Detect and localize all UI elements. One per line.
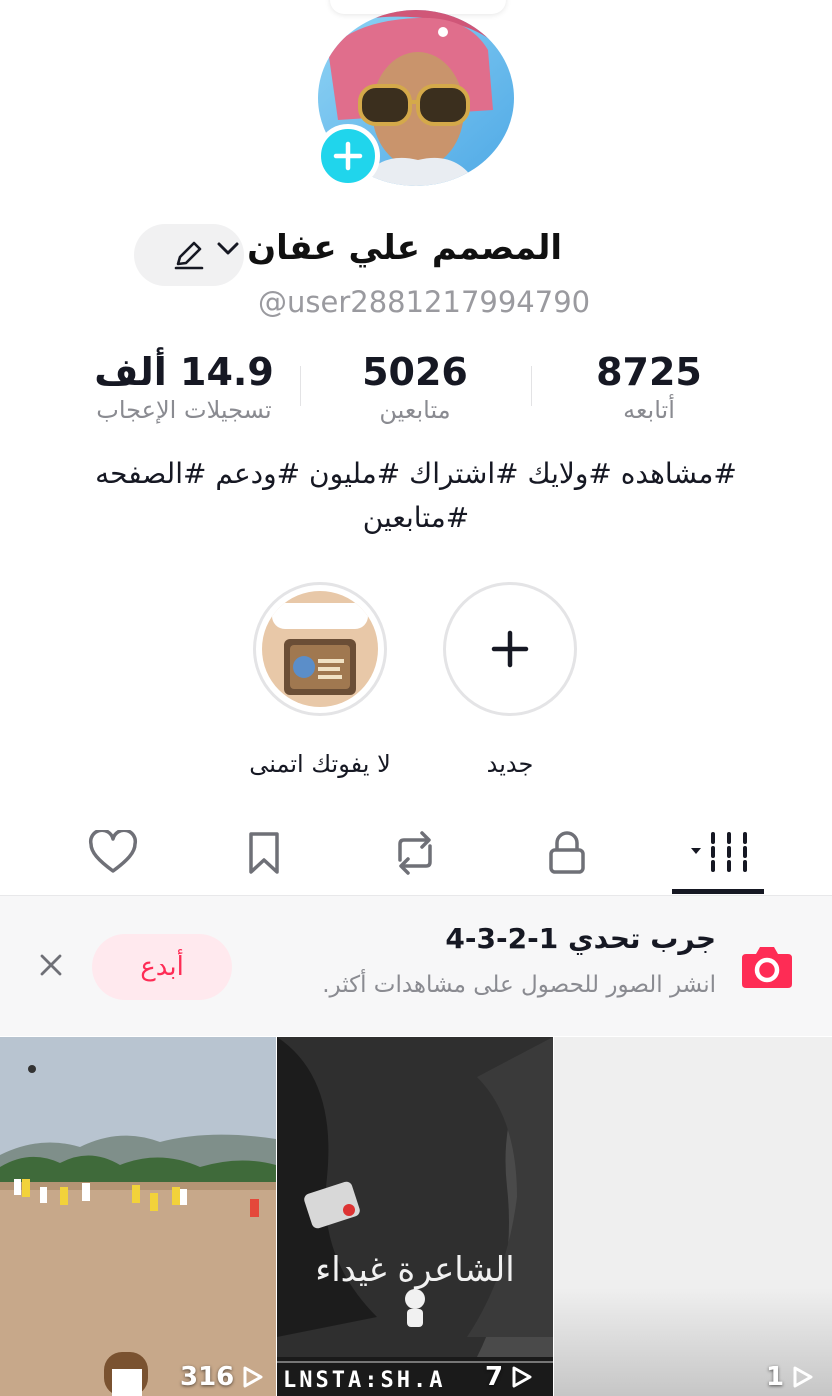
profile-tabs: [0, 808, 832, 896]
video-overlay-text: الشاعرة غيداء: [315, 1250, 514, 1290]
plus-icon: [333, 141, 363, 171]
view-count: 7: [485, 1362, 533, 1392]
play-icon: [243, 1366, 263, 1388]
active-tab-indicator: [672, 889, 764, 894]
stat-divider: [300, 366, 301, 406]
challenge-title: جرب تحدي 1-2-3-4: [445, 922, 716, 955]
video-thumbnail[interactable]: 1: [554, 1037, 832, 1396]
bookmark-icon: [249, 832, 279, 874]
camera-icon: [740, 942, 794, 990]
video-preview: الشاعرة غيداء LNSTA:SH.A: [277, 1037, 553, 1396]
view-count: 1: [766, 1362, 814, 1392]
display-name: المصمم علي عفان: [247, 228, 562, 268]
tab-favorites[interactable]: [216, 818, 312, 888]
create-button[interactable]: أبدع: [92, 934, 232, 1000]
tab-reposts[interactable]: [367, 818, 463, 888]
account-switcher[interactable]: المصمم علي عفان: [215, 228, 562, 268]
highlight-new[interactable]: جديد: [443, 582, 577, 778]
tab-videos[interactable]: [670, 818, 766, 888]
plus-icon: [491, 630, 529, 668]
highlight-label: لا يفوتك اتمنى: [249, 750, 391, 778]
highlight-thumbnail: [262, 591, 378, 707]
play-icon: [793, 1366, 813, 1388]
close-icon: [40, 954, 62, 976]
username-handle: @user2881217994790: [258, 285, 591, 319]
tab-private[interactable]: [519, 818, 615, 888]
close-banner-button[interactable]: [34, 948, 68, 982]
following-stat[interactable]: 8725 أتابعه: [584, 350, 714, 424]
likes-stat[interactable]: 14.9 ألف تسجيلات الإعجاب: [84, 350, 284, 424]
following-count: 8725: [596, 350, 702, 394]
followers-stat[interactable]: 5026 متابعين: [350, 350, 480, 424]
pencil-icon: [174, 241, 204, 270]
highlight-story[interactable]: لا يفوتك اتمنى: [220, 582, 420, 778]
following-label: أتابعه: [623, 396, 675, 424]
repost-icon: [398, 831, 432, 875]
video-watermark: LNSTA:SH.A: [283, 1368, 445, 1393]
lock-icon: [549, 831, 585, 874]
video-thumbnail[interactable]: الشاعرة غيداء LNSTA:SH.A 7: [277, 1037, 553, 1396]
video-thumbnail[interactable]: 316: [0, 1037, 276, 1396]
heart-icon: [88, 830, 138, 873]
add-avatar-button[interactable]: [316, 124, 380, 188]
play-icon: [512, 1366, 532, 1388]
likes-label: تسجيلات الإعجاب: [96, 396, 272, 424]
followers-label: متابعين: [379, 396, 451, 424]
view-count: 316: [180, 1362, 264, 1392]
video-grid: 316 الشاعرة غيداء LNSTA:SH.A 7 1: [0, 1037, 832, 1396]
video-preview: [0, 1037, 276, 1396]
stat-divider: [531, 366, 532, 406]
grid-icon: [691, 832, 747, 872]
highlight-label: جديد: [486, 750, 534, 778]
bio-text: #مشاهده #ولايك #اشتراك #مليون #ودعم #الص…: [95, 457, 737, 534]
chevron-down-icon: [217, 242, 239, 255]
followers-count: 5026: [362, 350, 468, 394]
likes-count: 14.9 ألف: [94, 350, 274, 394]
challenge-subtitle: انشر الصور للحصول على مشاهدات أكثر.: [322, 972, 716, 998]
challenge-banner: أبدع جرب تحدي 1-2-3-4 انشر الصور للحصول …: [0, 896, 832, 1036]
tab-liked[interactable]: [65, 818, 161, 888]
